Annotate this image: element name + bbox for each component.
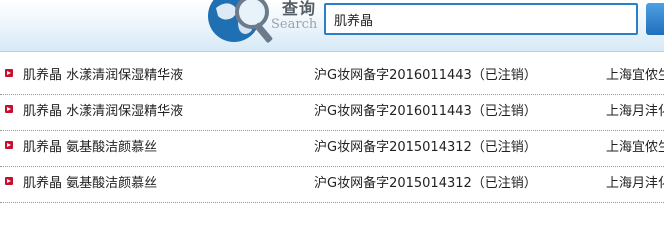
product-name[interactable]: 肌养晶 水漾清润保湿精华液 xyxy=(23,100,183,119)
list-item[interactable]: 肌养晶 水漾清润保湿精华液 沪G妆网备字2016011443（已注销） 上海宜侬… xyxy=(0,59,664,95)
record-number: 沪G妆网备字2016011443（已注销） xyxy=(314,104,537,119)
list-item[interactable]: 肌养晶 水漾清润保湿精华液 沪G妆网备字2016011443（已注销） 上海月沣… xyxy=(0,95,664,131)
company-name: 上海宜侬生 xyxy=(606,68,664,83)
company-name: 上海月沣化 xyxy=(606,104,664,119)
product-name[interactable]: 肌养晶 水漾清润保湿精华液 xyxy=(23,64,183,83)
record-number: 沪G妆网备字2015014312（已注销） xyxy=(314,140,537,155)
globe-magnifier-icon xyxy=(208,0,273,43)
result-list: 肌养晶 水漾清润保湿精华液 沪G妆网备字2016011443（已注销） 上海宜侬… xyxy=(0,59,664,203)
list-item[interactable]: 肌养晶 氨基酸洁颜慕丝 沪G妆网备字2015014312（已注销） 上海宜侬生 xyxy=(0,131,664,167)
product-name[interactable]: 肌养晶 氨基酸洁颜慕丝 xyxy=(23,136,157,155)
arrow-bullet-icon xyxy=(5,141,13,149)
company-name: 上海宜侬生 xyxy=(606,140,664,155)
search-input[interactable] xyxy=(334,9,630,29)
search-button[interactable] xyxy=(646,3,664,35)
list-item[interactable]: 肌养晶 氨基酸洁颜慕丝 沪G妆网备字2015014312（已注销） 上海月沣化 xyxy=(0,167,664,203)
record-number: 沪G妆网备字2016011443（已注销） xyxy=(314,68,537,83)
arrow-bullet-icon xyxy=(5,105,13,113)
product-name[interactable]: 肌养晶 氨基酸洁颜慕丝 xyxy=(23,172,157,191)
company-name: 上海月沣化 xyxy=(606,176,664,191)
arrow-bullet-icon xyxy=(5,69,13,77)
record-number: 沪G妆网备字2015014312（已注销） xyxy=(314,176,537,191)
search-header: 查询 Search xyxy=(0,0,664,52)
logo-subtitle: Search xyxy=(271,17,318,32)
arrow-bullet-icon xyxy=(5,177,13,185)
